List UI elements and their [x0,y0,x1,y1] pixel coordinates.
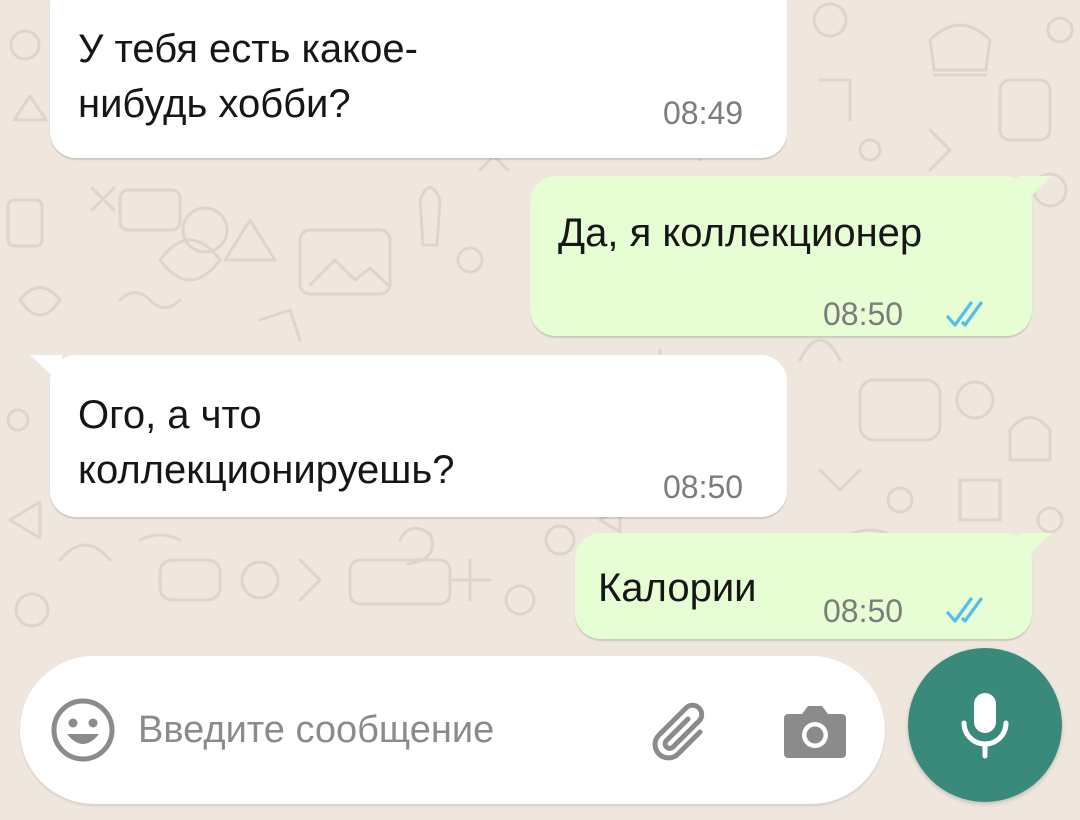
bubble-tail [30,355,62,385]
bubble-tail [1020,176,1052,206]
message-text: Калории [598,566,757,610]
message-input[interactable] [138,700,618,760]
message-text: У тебя есть какое- нибудь хобби? [78,27,418,126]
microphone-icon [961,693,1009,759]
message-text: Да, я коллекционер [558,211,923,255]
message-time: 08:49 [663,95,744,131]
voice-message-button[interactable] [908,648,1062,802]
message-bubble-outgoing[interactable]: Калории 08:50 [575,533,1052,639]
camera-icon[interactable] [782,700,848,762]
message-bubble-incoming[interactable]: Ого, а что коллекционируешь? 08:50 [30,355,787,517]
emoji-icon[interactable] [50,697,116,763]
message-bubble-incoming[interactable]: У тебя есть какое- нибудь хобби? 08:49 [50,0,787,158]
bubble-tail [1020,533,1052,563]
message-composer [20,656,885,804]
message-text: Ого, а что коллекционируешь? [78,393,455,492]
message-bubble-outgoing[interactable]: Да, я коллекционер 08:50 [530,176,1052,336]
double-check-icon [946,597,983,623]
paperclip-icon[interactable] [648,698,718,768]
message-time: 08:50 [823,593,904,629]
double-check-icon [946,301,983,327]
message-time: 08:50 [663,469,744,505]
message-time: 08:50 [823,296,904,332]
